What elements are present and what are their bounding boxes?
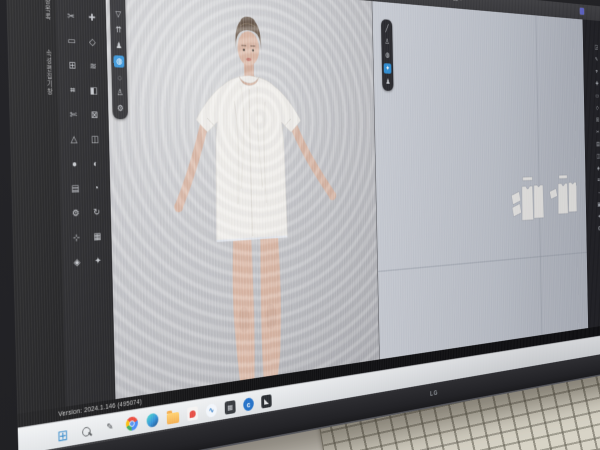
tool-icon[interactable]: ▤ <box>64 179 86 199</box>
tool-icon[interactable]: ⚙ <box>65 203 87 223</box>
tool-icon[interactable]: ⊠ <box>84 106 105 125</box>
view2d-toolbar: ╱ ♙ ◍ ✦ ♟ <box>381 19 394 91</box>
tool-icon[interactable]: ⌖ <box>596 68 598 76</box>
pattern-mode-icon[interactable]: ╱ <box>383 23 391 34</box>
taskbar-item-notes-app[interactable]: ▦ <box>225 400 236 415</box>
taskbar-item-folder[interactable] <box>167 412 179 425</box>
tool-icon[interactable]: ▭ <box>595 92 599 100</box>
view3d-toolbar: ⌒ ▽ ⇈ ♟ ◍ ◌ ♙ ⚙ <box>110 0 129 119</box>
dock-tab-label[interactable]: 물체창목록 <box>41 0 51 21</box>
app-badge-icon[interactable] <box>580 8 585 15</box>
tool-icon[interactable]: ◈ <box>66 252 88 272</box>
tool-icon[interactable]: ◇ <box>82 32 103 52</box>
taskbar-item-pen-tool[interactable]: ✎ <box>103 418 117 436</box>
monitor: CLOSE8479495:435.2ab + 물체창목록속성편집기창 ✎⌖✂✚▭… <box>0 0 600 450</box>
view-mode-icon[interactable]: ⇈ <box>113 24 124 37</box>
tool-icon[interactable]: ◈ <box>597 165 600 172</box>
view-mode-icon[interactable]: ▽ <box>113 8 124 21</box>
pattern-pieces <box>373 1 589 359</box>
tool-icon[interactable]: ⊹ <box>66 228 88 248</box>
tool-icon[interactable]: ◇ <box>596 104 599 111</box>
taskbar-item-swan-app[interactable]: ∿ <box>206 403 217 418</box>
perspective-wrapper: CLOSE8479495:435.2ab + 물체창목록속성편집기창 ✎⌖✂✚▭… <box>0 0 600 450</box>
taskbar-item-chrome[interactable] <box>126 416 138 432</box>
view-mode-icon[interactable]: ◌ <box>114 71 125 83</box>
view-mode-icon[interactable]: ⚙ <box>115 102 126 114</box>
tool-icon[interactable]: ✚ <box>595 80 598 88</box>
tool-icon[interactable]: ✄ <box>62 105 84 124</box>
tool-icon[interactable]: ✎ <box>59 0 81 2</box>
viewport-2d[interactable]: ╱ ♙ ◍ ✦ ♟ <box>372 1 588 359</box>
tool-icon[interactable]: ⊞ <box>61 56 83 76</box>
tool-icon[interactable]: ◔ <box>86 179 107 198</box>
taskbar-item-search-button[interactable] <box>79 422 94 440</box>
photo-scene: CLOSE8479495:435.2ab + 물체창목록속성편집기창 ✎⌖✂✚▭… <box>0 0 600 450</box>
tool-icon[interactable]: ◲ <box>594 43 598 51</box>
pattern-mode-icon[interactable]: ♟ <box>384 77 392 87</box>
taskbar-item-edge[interactable] <box>146 413 158 428</box>
tool-icon[interactable]: ✎ <box>595 56 598 64</box>
view-mode-icon[interactable]: ◍ <box>114 55 125 67</box>
tool-icon[interactable]: ◫ <box>596 152 600 159</box>
lg-logo: LG <box>430 388 438 397</box>
avatar <box>105 0 379 399</box>
tool-icon[interactable]: ✂ <box>596 128 599 135</box>
tool-icon[interactable]: ▭ <box>61 31 83 51</box>
titlebar-text: 5.2 <box>433 0 440 1</box>
viewport-3d[interactable]: ⌒ ▽ ⇈ ♟ ◍ ◌ ♙ ⚙ <box>105 0 379 399</box>
tool-icon[interactable]: ⊞ <box>596 116 599 123</box>
tool-icon[interactable]: ▤ <box>596 140 600 147</box>
tool-icon[interactable]: ✂ <box>60 6 82 26</box>
pattern-mode-icon[interactable]: ✦ <box>384 63 392 74</box>
dock-tab-label[interactable]: 속성편집기창 <box>43 49 53 95</box>
view-mode-icon[interactable]: ♟ <box>113 40 124 53</box>
tool-icon[interactable]: ↻ <box>86 203 107 223</box>
tool-icon[interactable]: ◫ <box>84 130 105 149</box>
tool-icon[interactable]: ✦ <box>87 251 108 271</box>
taskbar-item-start-button[interactable]: ⊞ <box>55 426 70 445</box>
pattern-mode-icon[interactable]: ◍ <box>384 50 392 61</box>
tool-icon[interactable]: △ <box>63 130 85 149</box>
pattern-mode-icon[interactable]: ♙ <box>383 37 391 48</box>
titlebar-text: ab + <box>453 0 462 3</box>
view-mode-icon[interactable]: ♙ <box>115 87 126 99</box>
tool-icon[interactable]: ◐ <box>85 154 106 173</box>
tool-icon[interactable]: ● <box>64 155 86 174</box>
tool-icon[interactable]: ✚ <box>81 8 102 28</box>
taskbar-item-closet-app[interactable]: c <box>243 397 254 412</box>
tool-icon[interactable]: ≋ <box>82 57 103 77</box>
taskbar-item-pdf-app[interactable] <box>187 406 198 421</box>
tool-icon[interactable]: ▦ <box>87 227 108 247</box>
tool-icon[interactable]: ⌗ <box>62 81 84 100</box>
taskbar-item-photos-app[interactable]: ◣ <box>261 394 272 408</box>
tool-icon[interactable]: ⌖ <box>81 0 102 4</box>
view-mode-icon[interactable]: ⌒ <box>112 0 123 5</box>
tool-icon[interactable]: ⌗ <box>598 177 600 184</box>
tool-icon[interactable]: ◧ <box>83 81 104 100</box>
